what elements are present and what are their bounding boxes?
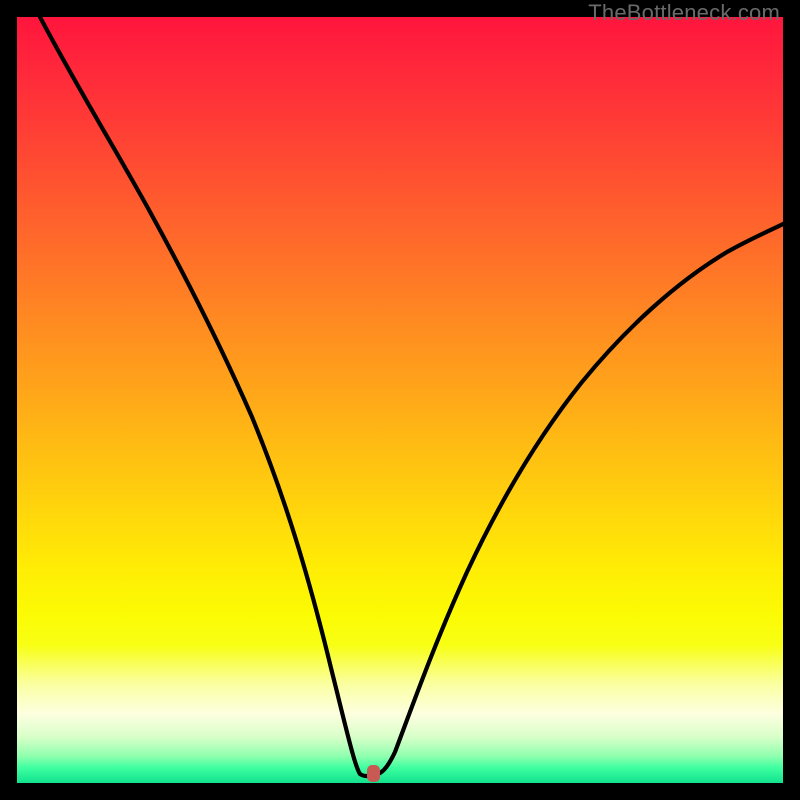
plot-area — [17, 17, 783, 783]
optimum-marker — [367, 765, 380, 782]
bottleneck-curve — [17, 17, 783, 783]
watermark-text: TheBottleneck.com — [588, 0, 780, 26]
curve-path — [40, 17, 783, 776]
